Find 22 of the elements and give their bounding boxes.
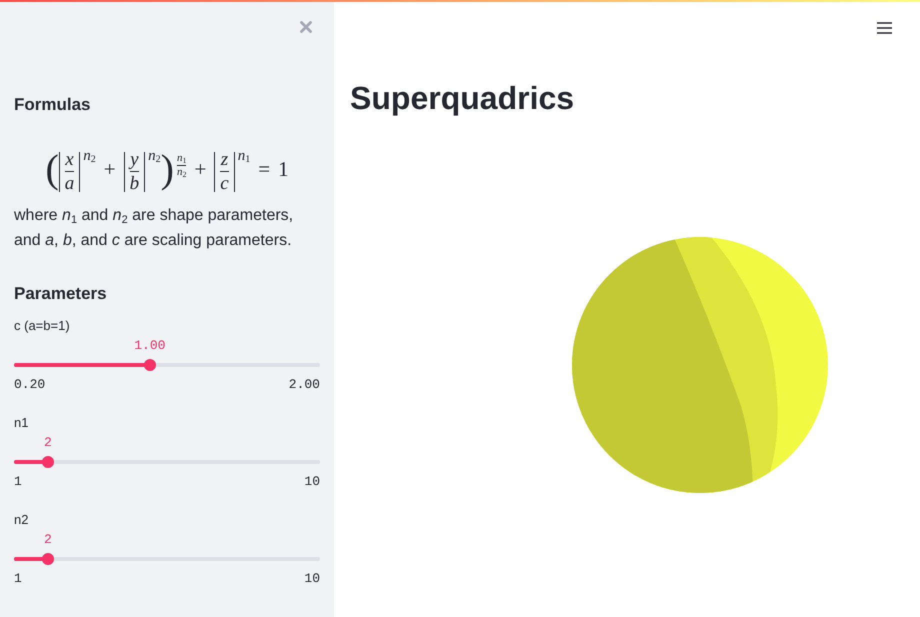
- menu-button[interactable]: [876, 20, 892, 36]
- close-icon: [300, 21, 312, 33]
- slider-thumb[interactable]: [42, 553, 54, 565]
- page-title: Superquadrics: [350, 79, 576, 118]
- slider-value: 1.00: [134, 338, 166, 354]
- slider-max-label: 10: [304, 474, 320, 490]
- slider-label: n1: [14, 415, 30, 431]
- slider-value: 2: [44, 435, 52, 451]
- slider-min-label: 1: [14, 474, 22, 490]
- slider-max-label: 2.00: [288, 377, 320, 393]
- slider-min-label: 0.20: [14, 377, 46, 393]
- slider-label: n2: [14, 512, 30, 528]
- slider-label: c (a=b=1): [14, 318, 71, 334]
- parameters-heading: Parameters: [14, 283, 108, 305]
- formulas-heading: Formulas: [14, 94, 92, 116]
- slider-thumb[interactable]: [144, 359, 156, 371]
- menu-icon: [876, 22, 892, 34]
- slider-max-label: 10: [304, 571, 320, 587]
- description-text: where n$_{1}$ and n$_{2}$ are shape parameters, and a, b, and c are scaling parameters.: [14, 206, 294, 251]
- slider-value: 2: [44, 532, 52, 548]
- slider-min-label: 1: [14, 571, 22, 587]
- slider-thumb[interactable]: [42, 456, 54, 468]
